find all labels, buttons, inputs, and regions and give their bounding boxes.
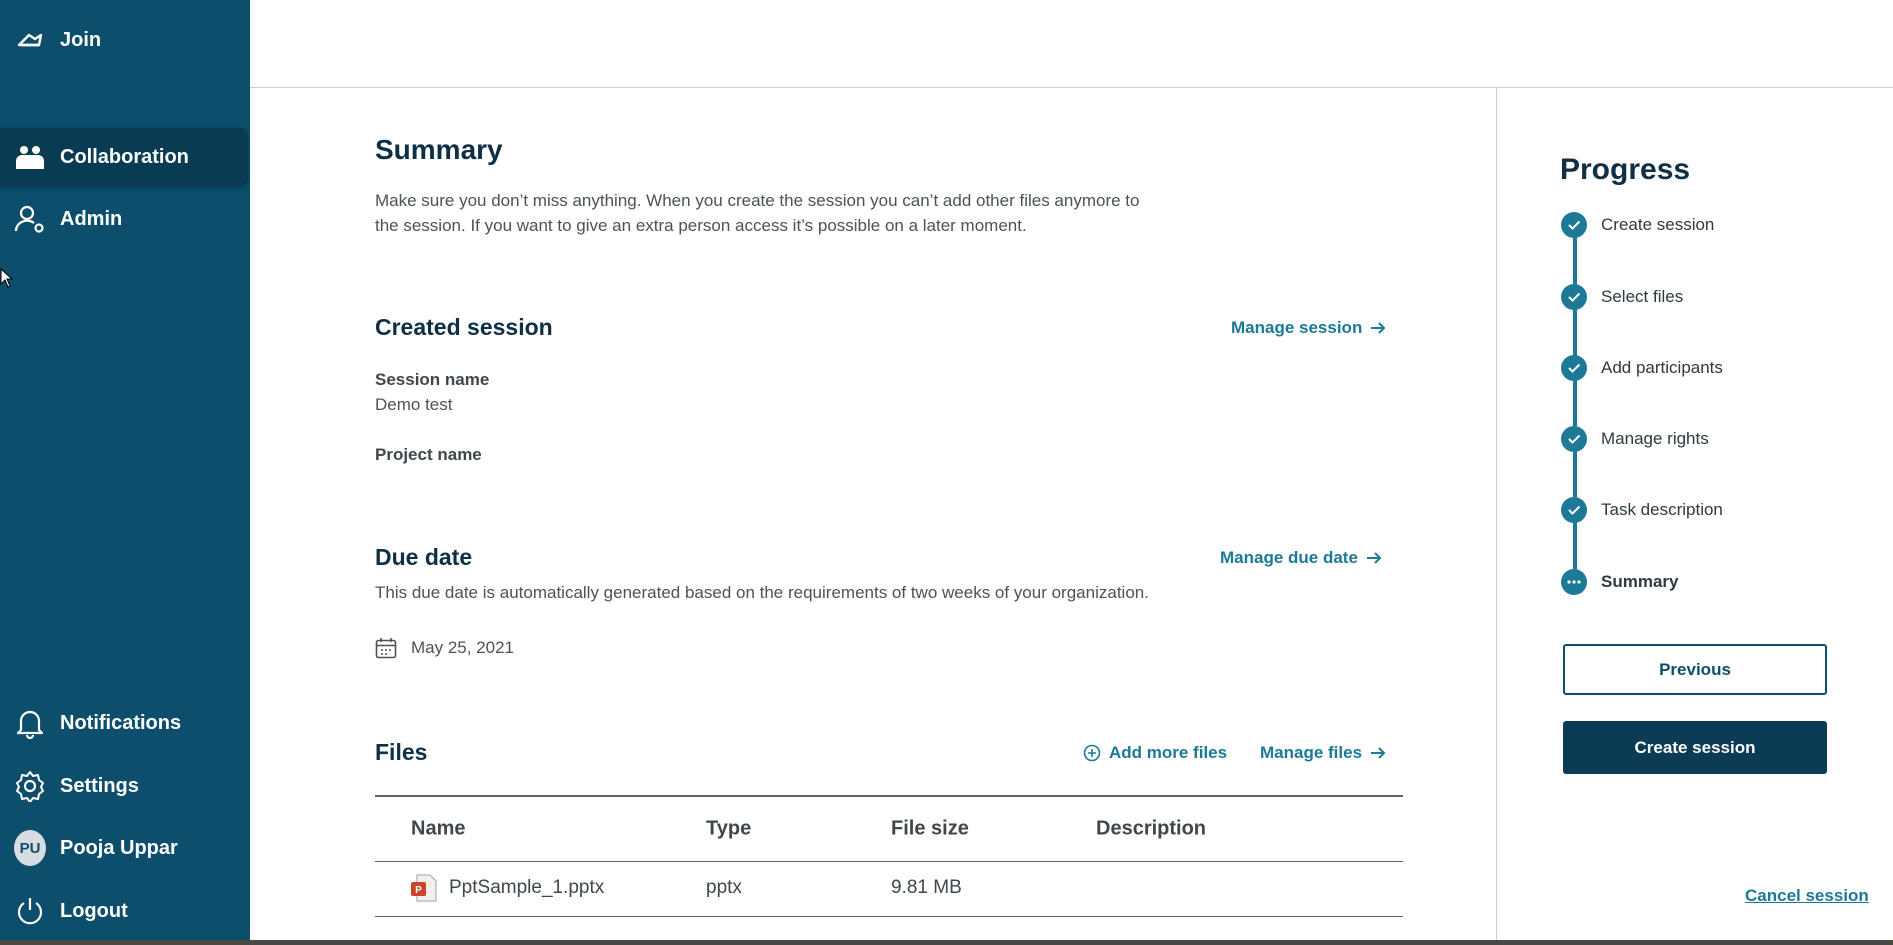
progress-line	[1573, 226, 1577, 582]
step-label: Manage rights	[1601, 429, 1709, 448]
check-icon	[1561, 212, 1587, 238]
check-icon	[1561, 426, 1587, 452]
arrow-right-icon	[1371, 747, 1386, 759]
progress-step-task-description: Task description	[1561, 497, 1723, 523]
gear-icon	[14, 770, 46, 802]
arrow-right-icon	[1371, 322, 1386, 334]
group-icon	[14, 141, 46, 173]
sidebar-item-settings[interactable]: Settings	[0, 757, 250, 815]
due-date-title: Due date	[375, 544, 473, 570]
table-header: Name Type File size Description	[375, 795, 1403, 862]
column-header-type: Type	[706, 817, 752, 840]
plus-circle-icon	[1083, 744, 1101, 762]
file-type-cell: pptx	[706, 876, 742, 898]
step-label: Select files	[1601, 287, 1684, 306]
step-label: Summary	[1601, 572, 1679, 591]
taskbar-strip	[0, 940, 1893, 945]
step-label: Add participants	[1601, 358, 1723, 377]
manage-files-label: Manage files	[1260, 743, 1363, 762]
file-name-cell: P PptSample_1.pptx	[411, 874, 604, 902]
sidebar-item-label: Settings	[60, 774, 139, 797]
sidebar-item-admin[interactable]: Admin	[0, 190, 250, 248]
ellipsis-icon	[1561, 569, 1587, 595]
progress-step-select-files: Select files	[1561, 284, 1683, 310]
user-name: Pooja Uppar	[60, 836, 178, 859]
sidebar-user-profile[interactable]: PU Pooja Uppar	[0, 819, 250, 877]
top-bar	[250, 0, 1893, 88]
progress-step-summary: Summary	[1561, 569, 1678, 595]
sidebar-item-label: Collaboration	[60, 145, 189, 168]
sidebar-item-label: Join	[60, 28, 102, 51]
avatar: PU	[14, 830, 46, 866]
progress-title: Progress	[1560, 153, 1691, 186]
sidebar-item-notifications[interactable]: Notifications	[0, 694, 250, 752]
progress-step-add-participants: Add participants	[1561, 355, 1723, 381]
manage-due-date-label: Manage due date	[1220, 548, 1358, 567]
add-more-files-link[interactable]: Add more files	[1083, 743, 1227, 763]
page-title: Summary	[375, 134, 503, 165]
sidebar-item-label: Admin	[60, 207, 123, 230]
summary-description-line2: the session. If you want to give an extr…	[375, 216, 1027, 235]
created-session-title: Created session	[375, 314, 553, 340]
panel-divider	[1496, 88, 1497, 945]
check-icon	[1561, 284, 1587, 310]
session-name-value: Demo test	[375, 395, 453, 414]
manage-session-label: Manage session	[1231, 318, 1363, 337]
mouse-pointer-icon	[0, 268, 14, 288]
summary-description-line1: Make sure you don’t miss anything. When …	[375, 191, 1140, 210]
powerpoint-file-icon: P	[411, 874, 437, 901]
avatar-wrap: PU	[14, 830, 46, 866]
manage-session-link[interactable]: Manage session	[1231, 318, 1386, 338]
manage-files-link[interactable]: Manage files	[1260, 743, 1386, 763]
sidebar-item-join[interactable]: Join	[0, 11, 250, 69]
cloud-join-icon	[14, 24, 46, 56]
project-name-label: Project name	[375, 445, 482, 464]
step-label: Task description	[1601, 500, 1723, 519]
check-icon	[1561, 497, 1587, 523]
column-header-name: Name	[411, 817, 466, 840]
files-title: Files	[375, 739, 428, 765]
svg-text:P: P	[415, 885, 422, 896]
file-size-cell: 9.81 MB	[891, 876, 962, 898]
sidebar-item-label: Notifications	[60, 711, 182, 734]
table-row[interactable]: P PptSample_1.pptx pptx 9.81 MB	[375, 859, 1403, 917]
power-icon	[14, 895, 46, 927]
cancel-session-link[interactable]: Cancel session	[1745, 886, 1869, 906]
sidebar-item-label: Logout	[60, 899, 128, 922]
create-session-button[interactable]: Create session	[1563, 721, 1827, 774]
main-content: Summary Make sure you don’t miss anythin…	[250, 88, 1496, 945]
add-more-files-label: Add more files	[1109, 743, 1228, 762]
bell-icon	[14, 707, 46, 739]
progress-step-create-session: Create session	[1561, 212, 1714, 238]
due-date-row: May 25, 2021	[375, 637, 514, 659]
manage-due-date-link[interactable]: Manage due date	[1220, 548, 1382, 568]
files-table: Name Type File size Description P PptSam…	[375, 795, 1403, 945]
progress-step-manage-rights: Manage rights	[1561, 426, 1709, 452]
sidebar-item-logout[interactable]: Logout	[0, 882, 250, 940]
file-name: PptSample_1.pptx	[449, 876, 605, 898]
due-date-value: May 25, 2021	[411, 638, 515, 657]
calendar-icon	[375, 638, 397, 659]
step-label: Create session	[1601, 215, 1715, 234]
sidebar: Join Collaboration Admin Notifications S…	[0, 0, 250, 945]
column-header-file-size: File size	[891, 817, 969, 840]
column-header-description: Description	[1096, 817, 1207, 840]
admin-user-icon	[14, 203, 46, 235]
session-name-label: Session name	[375, 370, 490, 389]
arrow-right-icon	[1366, 552, 1382, 564]
due-date-description: This due date is automatically generated…	[375, 583, 1149, 602]
sidebar-item-collaboration[interactable]: Collaboration	[0, 128, 248, 186]
check-icon	[1561, 355, 1587, 381]
previous-button[interactable]: Previous	[1563, 644, 1827, 695]
